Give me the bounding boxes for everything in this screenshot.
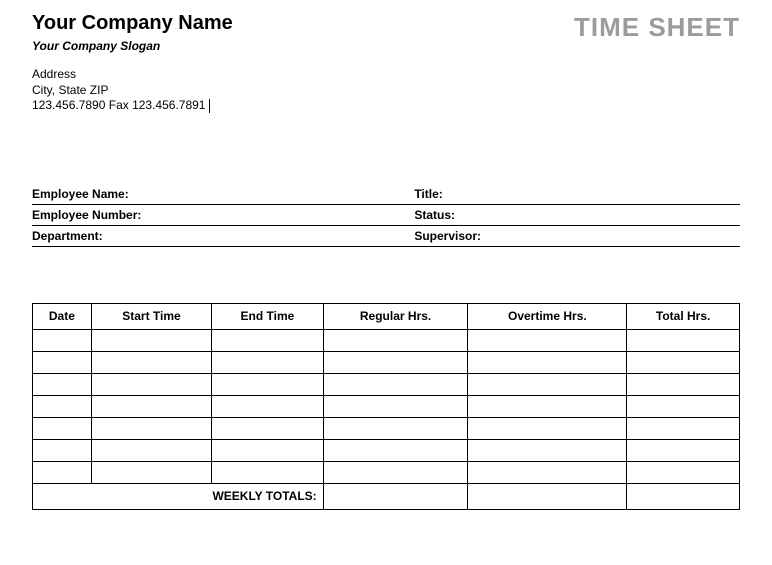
address-line-2: City, State ZIP [32,83,233,99]
timesheet-table: Date Start Time End Time Regular Hrs. Ov… [32,303,740,510]
col-end-time: End Time [212,303,324,329]
table-row [33,395,740,417]
weekly-total-total [627,483,740,509]
table-row [33,417,740,439]
status-label: Status: [414,208,740,222]
col-start-time: Start Time [91,303,211,329]
employee-number-label: Employee Number: [32,208,414,222]
table-row [33,461,740,483]
title-label: Title: [414,187,740,201]
col-overtime-hrs: Overtime Hrs. [468,303,627,329]
weekly-totals-row: WEEKLY TOTALS: [33,483,740,509]
col-date: Date [33,303,92,329]
address-line-3: 123.456.7890 Fax 123.456.7891 [32,98,205,112]
company-name: Your Company Name [32,12,233,35]
col-total-hrs: Total Hrs. [627,303,740,329]
supervisor-label: Supervisor: [414,229,740,243]
employee-info-block: Employee Name: Title: Employee Number: S… [32,184,740,247]
employee-name-label: Employee Name: [32,187,414,201]
address-line-1: Address [32,67,233,83]
weekly-regular-total [323,483,468,509]
table-row [33,329,740,351]
company-slogan: Your Company Slogan [32,39,233,53]
table-row [33,439,740,461]
document-title: TIME SHEET [574,12,740,43]
table-row [33,351,740,373]
table-row [33,373,740,395]
weekly-overtime-total [468,483,627,509]
weekly-totals-label: WEEKLY TOTALS: [33,483,324,509]
department-label: Department: [32,229,414,243]
col-regular-hrs: Regular Hrs. [323,303,468,329]
text-cursor [209,99,210,113]
